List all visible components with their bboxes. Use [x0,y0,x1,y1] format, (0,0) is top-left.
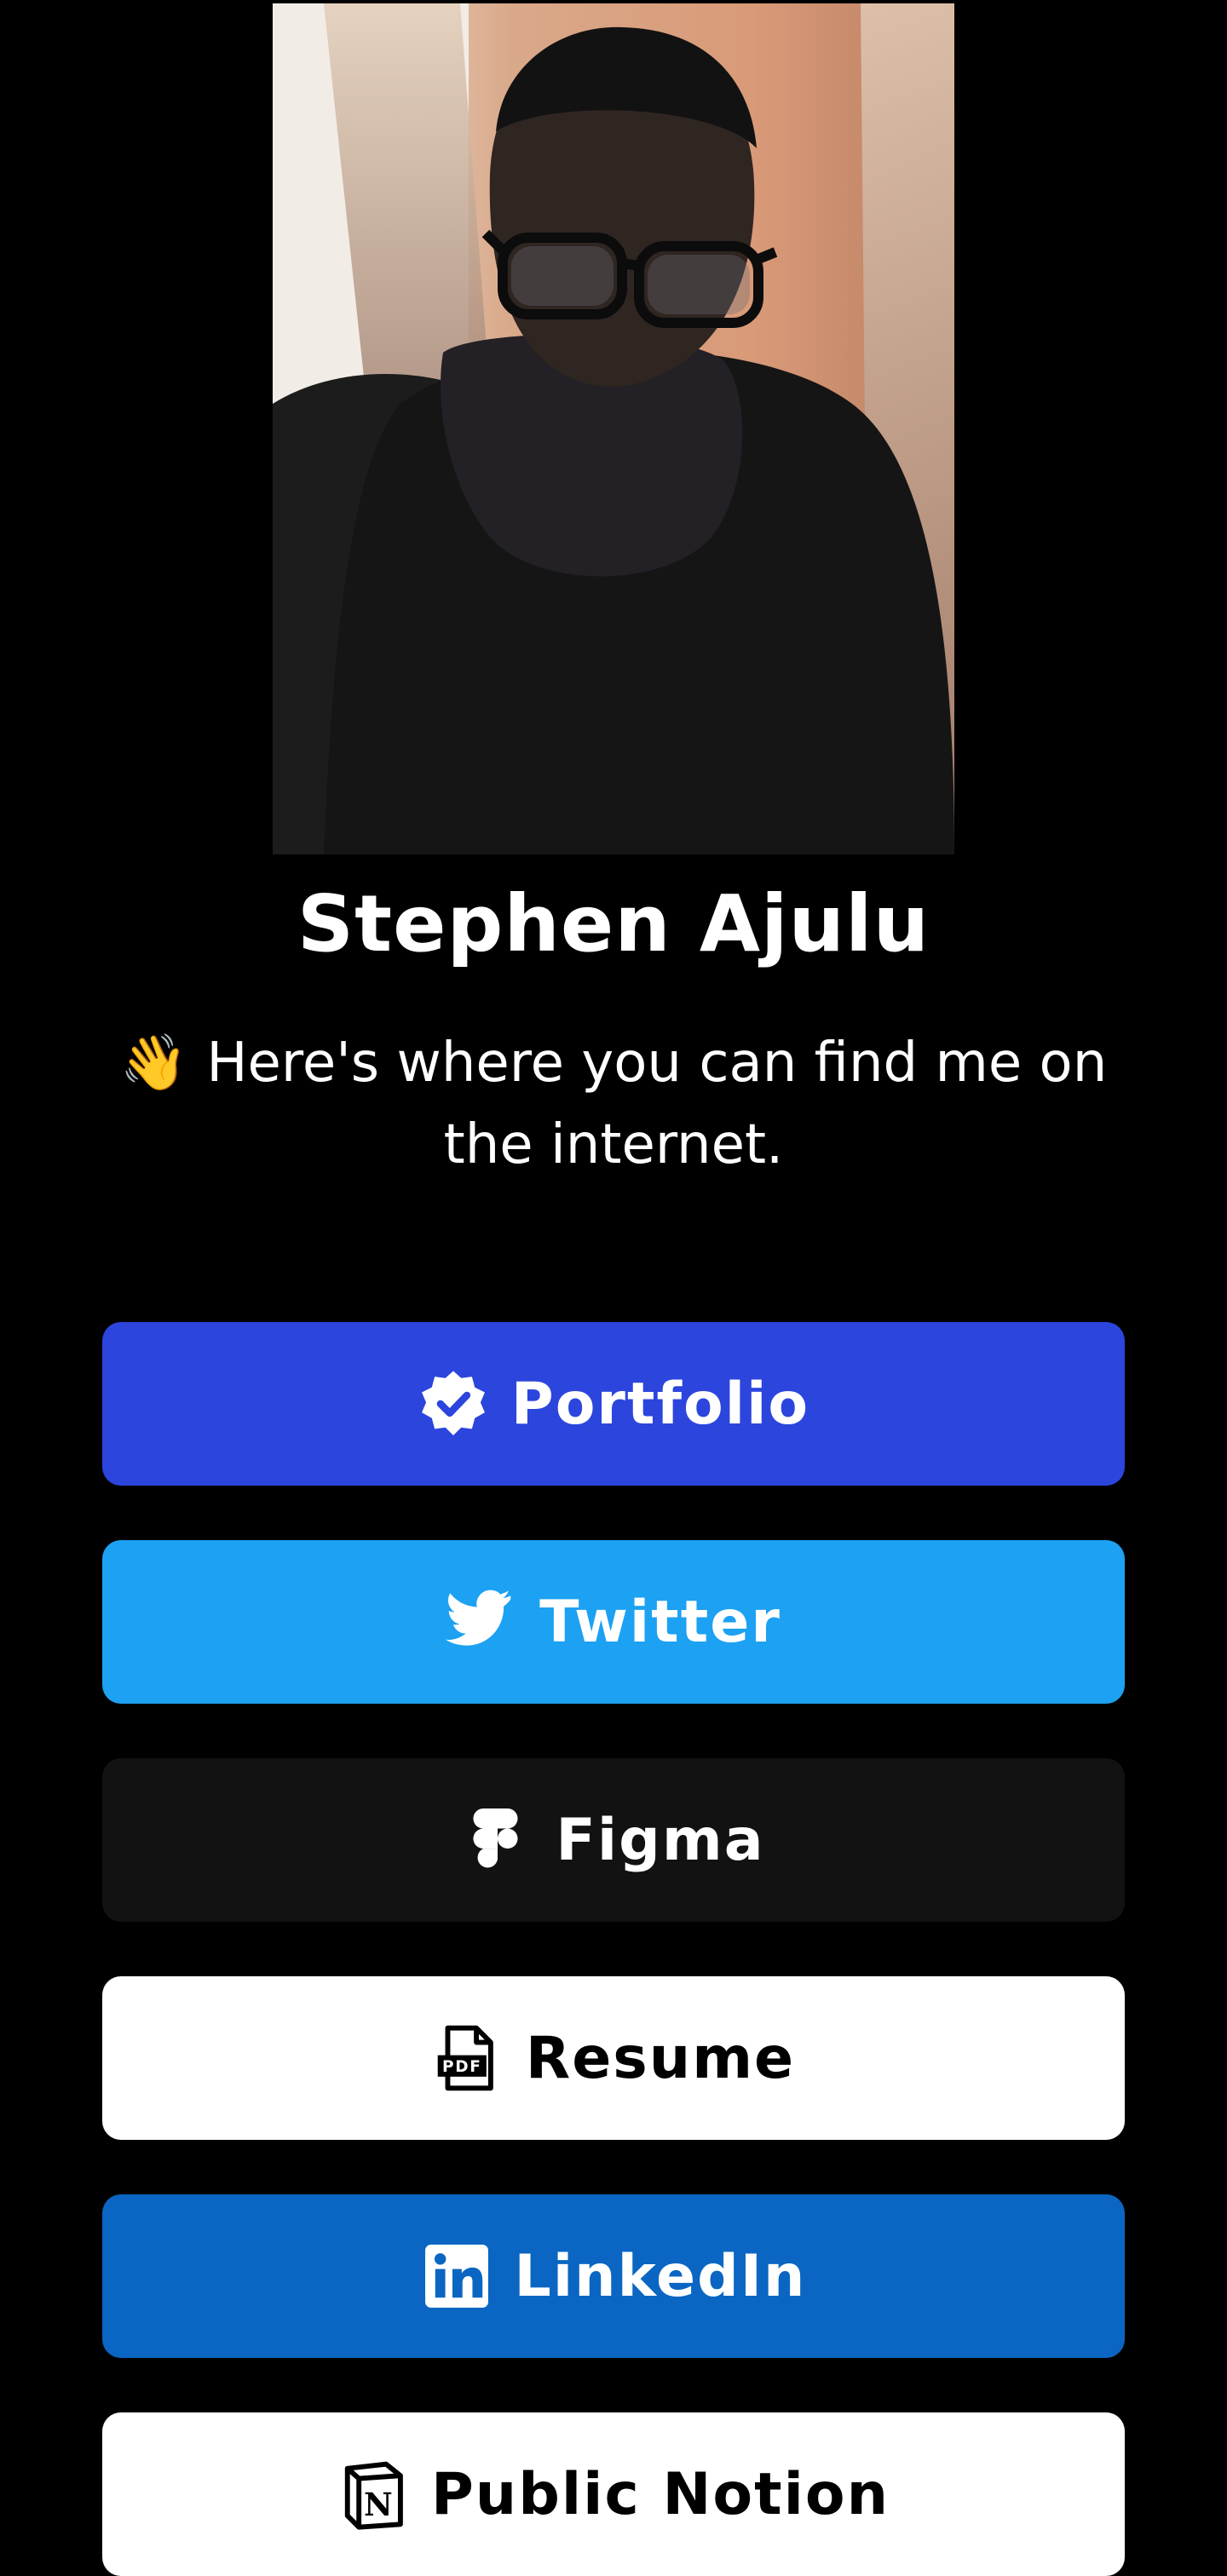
linkedin-button[interactable]: LinkedIn [102,2194,1125,2358]
figma-icon [462,1804,533,1876]
pdf-file-icon: PDF [432,2022,504,2094]
figma-label: Figma [556,1806,765,1874]
waving-hand-icon: 👋 [119,1032,188,1095]
resume-label: Resume [525,2024,796,2092]
twitter-label: Twitter [539,1588,781,1656]
notion-icon: N [337,2458,409,2530]
public-notion-button[interactable]: N Public Notion [102,2412,1125,2576]
link-in-bio-page: Stephen Ajulu 👋 Here's where you can find… [0,0,1227,2576]
resume-button[interactable]: PDF Resume [102,1976,1125,2140]
profile-photo [273,3,954,854]
profile-photo-illustration [273,3,954,854]
tagline-text: Here's where you can find me on the inte… [206,1032,1108,1176]
linkedin-icon [421,2240,493,2312]
public-notion-label: Public Notion [430,2460,890,2528]
profile-tagline: 👋 Here's where you can find me on the int… [94,1022,1133,1186]
svg-text:N: N [364,2486,394,2523]
twitter-icon [446,1586,517,1658]
linkedin-label: LinkedIn [514,2242,807,2310]
portfolio-button[interactable]: Portfolio [102,1322,1125,1486]
portfolio-label: Portfolio [510,1370,810,1438]
verified-badge-icon [418,1368,489,1440]
profile-name: Stephen Ajulu [297,878,930,969]
figma-button[interactable]: Figma [102,1758,1125,1922]
twitter-button[interactable]: Twitter [102,1540,1125,1704]
svg-text:PDF: PDF [442,2058,482,2076]
